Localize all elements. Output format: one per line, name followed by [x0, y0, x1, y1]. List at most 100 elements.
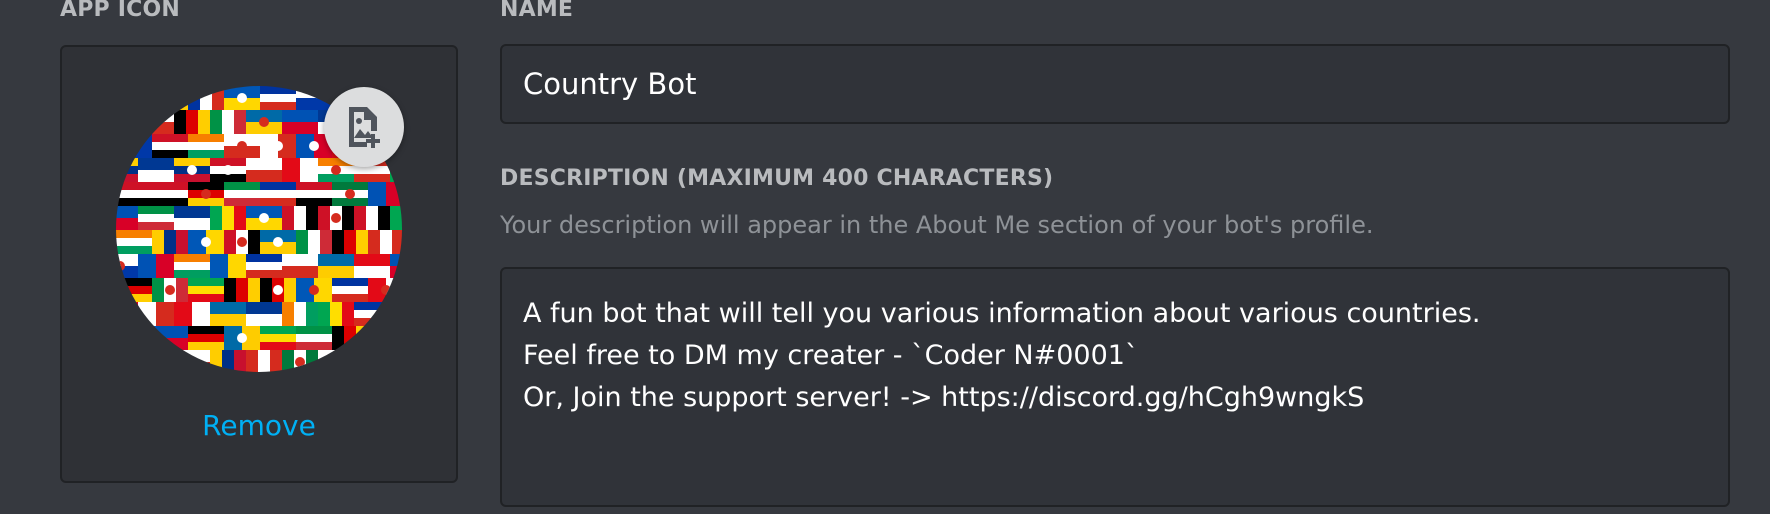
flag-tile — [224, 86, 260, 111]
flag-tile — [368, 278, 402, 302]
flag-tile — [390, 206, 402, 230]
description-textarea[interactable]: A fun bot that will tell you various inf… — [500, 267, 1730, 507]
flag-tile — [318, 302, 355, 326]
flag-tile — [174, 206, 210, 231]
flag-tile — [116, 110, 139, 134]
flag-tile — [260, 230, 296, 255]
app-icon-panel: Remove — [60, 45, 458, 483]
flag-tile — [138, 302, 175, 326]
flag-tile — [116, 326, 152, 351]
flag-tile — [390, 302, 402, 326]
flag-tile — [210, 206, 247, 230]
flag-tile — [354, 350, 390, 372]
flag-tile — [296, 230, 333, 254]
flag-tile — [116, 302, 139, 326]
flag-tile — [260, 182, 296, 207]
flag-tile — [224, 182, 260, 207]
flag-tile — [246, 302, 282, 327]
flag-tile — [116, 230, 152, 255]
flag-tile — [354, 254, 390, 279]
name-input[interactable]: Country Bot — [500, 44, 1730, 124]
flag-tile — [116, 86, 153, 110]
flag-tile — [116, 134, 153, 158]
flag-tile — [174, 158, 210, 183]
flag-tile — [188, 326, 224, 351]
flag-tile — [260, 326, 296, 351]
flag-tile — [188, 86, 225, 110]
flag-tile — [188, 278, 224, 303]
flag-tile — [368, 230, 402, 254]
flag-tile — [138, 110, 174, 135]
flag-tile — [246, 350, 283, 372]
flag-tile — [174, 302, 211, 326]
flag-tile — [282, 350, 319, 372]
flag-tile — [138, 158, 174, 183]
flag-tile — [188, 134, 224, 159]
flag-tile — [174, 254, 210, 279]
flag-tile — [210, 350, 247, 372]
flag-tile — [260, 134, 297, 158]
flag-tile — [138, 350, 174, 372]
flag-tile — [224, 230, 261, 254]
flag-tile — [282, 302, 319, 326]
flag-tile — [138, 206, 174, 231]
flag-tile — [246, 110, 282, 135]
flag-tile — [296, 326, 332, 351]
name-input-value: Country Bot — [523, 67, 697, 101]
flag-tile — [246, 158, 282, 183]
flag-tile — [152, 230, 189, 254]
flag-tile — [152, 326, 188, 351]
description-label: DESCRIPTION (MAXIMUM 400 CHARACTERS) — [500, 166, 1054, 191]
app-icon-label: APP ICON — [60, 0, 180, 22]
flag-tile — [152, 134, 188, 159]
flag-tile — [224, 278, 261, 302]
flag-tile — [282, 254, 318, 279]
flag-tile — [246, 206, 282, 231]
flag-tile — [368, 182, 402, 206]
flag-tile — [332, 278, 368, 303]
flag-tile — [116, 350, 138, 372]
flag-tile — [368, 326, 402, 350]
flag-tile — [224, 134, 260, 159]
flag-tile — [188, 182, 224, 207]
flag-tile — [390, 254, 402, 279]
flag-tile — [260, 86, 296, 111]
flag-tile — [332, 326, 369, 350]
flag-tile — [282, 206, 319, 230]
flag-tile — [138, 254, 175, 278]
flag-tile — [318, 350, 355, 372]
flag-tile — [210, 302, 246, 327]
flag-tile — [152, 278, 189, 302]
flag-tile — [318, 254, 354, 279]
flag-tile — [188, 230, 225, 254]
name-label: NAME — [500, 0, 574, 22]
description-line: Feel free to DM my creater - `Coder N#00… — [523, 340, 1139, 371]
flag-tile — [152, 182, 188, 207]
flag-tile — [174, 350, 210, 372]
flag-tile — [390, 350, 402, 372]
flag-tile — [246, 254, 282, 279]
flag-tile — [354, 206, 391, 230]
description-line: A fun bot that will tell you various inf… — [523, 298, 1481, 329]
flag-tile — [210, 158, 246, 183]
description-help-text: Your description will appear in the Abou… — [500, 211, 1374, 239]
flag-tile — [296, 278, 333, 302]
flag-tile — [210, 254, 247, 278]
flag-tile — [174, 110, 211, 134]
remove-icon-link[interactable]: Remove — [62, 409, 456, 442]
image-add-icon — [349, 107, 380, 148]
flag-tile — [210, 110, 247, 134]
flag-tile — [152, 86, 188, 111]
flag-tile — [116, 206, 138, 231]
flag-tile — [332, 182, 368, 207]
flag-tile — [116, 278, 152, 303]
flag-tile — [116, 254, 138, 279]
flag-tile — [318, 206, 355, 230]
flag-tile — [282, 158, 319, 182]
flag-tile — [354, 302, 390, 327]
flag-tile — [116, 158, 138, 183]
flag-tile — [116, 182, 152, 207]
upload-image-button[interactable] — [324, 87, 404, 167]
flag-tile — [390, 158, 402, 182]
description-line: Or, Join the support server! -> https://… — [523, 382, 1365, 413]
